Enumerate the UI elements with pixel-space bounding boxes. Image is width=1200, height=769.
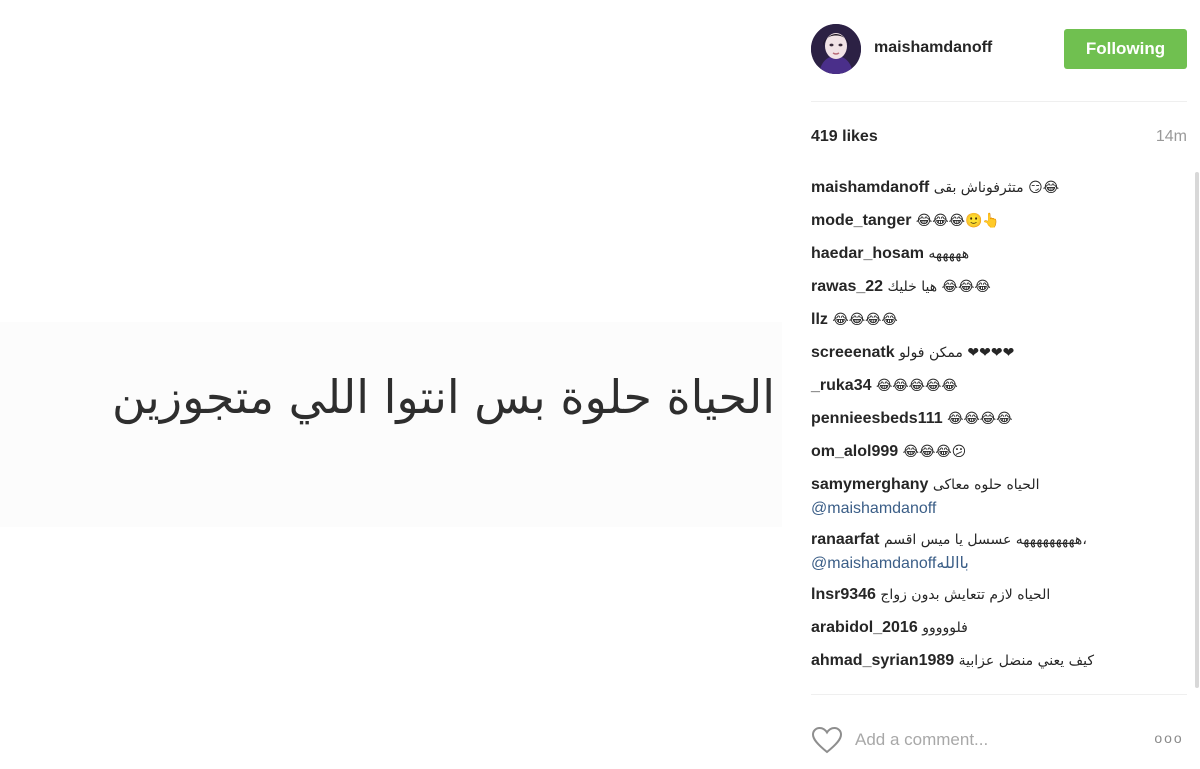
comment-username[interactable]: pennieesbeds111 [811, 410, 943, 427]
comment-username[interactable]: _ruka34 [811, 377, 872, 394]
comment-username[interactable]: arabidol_2016 [811, 619, 918, 636]
divider [811, 101, 1187, 102]
comment-text: الحياه لازم تتعايش بدون زواج [880, 587, 1051, 603]
comment-text: هيا خليك 😂😂😂 [887, 279, 991, 295]
comment-item: llz 😂😂😂😂 [811, 308, 1171, 332]
comment-username[interactable]: ranaarfat [811, 531, 879, 548]
comment-username[interactable]: lnsr9346 [811, 586, 876, 603]
comment-username[interactable]: ahmad_syrian1989 [811, 652, 954, 669]
divider [811, 694, 1187, 695]
comment-item: arabidol_2016 فلووووو [811, 616, 1171, 640]
comment-username[interactable]: rawas_22 [811, 278, 883, 295]
comments-list: maishamdanoff متثرفوناش بقى 😏😂 mode_tang… [811, 176, 1171, 681]
comment-item: rawas_22 هيا خليك 😂😂😂 [811, 275, 1171, 299]
post-sidebar: maishamdanoff Following 419 likes 14m ma… [790, 0, 1200, 769]
comment-text: 😂😂😂😂😂 [875, 378, 958, 394]
avatar[interactable] [811, 24, 861, 74]
comment-text: متثرفوناش بقى 😏😂 [933, 180, 1060, 196]
post-header: maishamdanoff Following [811, 24, 1187, 76]
comment-item: pennieesbeds111 😂😂😂😂 [811, 407, 1171, 431]
comment-mention-link[interactable]: @maishamdanoff [811, 497, 1171, 520]
heart-icon[interactable] [811, 726, 843, 754]
post-stats: 419 likes 14m [811, 128, 1187, 150]
comment-item: samymerghany الحياه حلوه معاكى @maishamd… [811, 473, 1171, 520]
comment-text: 😂😂😂😕 [902, 444, 967, 460]
more-options-icon[interactable]: ooo [1151, 730, 1187, 750]
post-username[interactable]: maishamdanoff [874, 39, 992, 57]
comment-item: _ruka34 😂😂😂😂😂 [811, 374, 1171, 398]
comment-item: screeenatk ممكن فولو ❤❤❤❤ [811, 341, 1171, 365]
comment-item: maishamdanoff متثرفوناش بقى 😏😂 [811, 176, 1171, 200]
photo-caption-text: الحياة حلوة بس انتوا اللي متجوزين [112, 370, 775, 424]
comment-username[interactable]: screeenatk [811, 344, 895, 361]
comment-username[interactable]: haedar_hosam [811, 245, 924, 262]
comment-username[interactable]: maishamdanoff [811, 179, 929, 196]
comment-text: 😂😂😂😂 [832, 312, 898, 328]
comment-footer: ooo [811, 722, 1187, 758]
comment-item: haedar_hosam هههههه [811, 242, 1171, 266]
comment-text: 😂😂😂🙂👆 [915, 213, 1000, 229]
comment-item: ahmad_syrian1989 كيف يعني منضل عزابية [811, 649, 1171, 673]
following-button[interactable]: Following [1064, 29, 1187, 69]
comment-username[interactable]: om_alol999 [811, 443, 898, 460]
comment-text: هههههه [928, 246, 970, 262]
comment-text: الحياه حلوه معاكى [932, 477, 1040, 493]
comment-item: lnsr9346 الحياه لازم تتعايش بدون زواج [811, 583, 1171, 607]
comment-username[interactable]: samymerghany [811, 476, 928, 493]
comments-scrollbar[interactable] [1195, 172, 1199, 688]
add-comment-input[interactable] [855, 725, 1115, 755]
comment-mention-link[interactable]: @maishamdanoffباالله [811, 552, 1171, 575]
comment-username[interactable]: mode_tanger [811, 212, 911, 229]
comment-item: mode_tanger 😂😂😂🙂👆 [811, 209, 1171, 233]
comment-text: ممكن فولو ❤❤❤❤ [899, 345, 1015, 361]
comment-text: فلووووو [922, 620, 968, 636]
post-photo: الحياة حلوة بس انتوا اللي متجوزين [0, 0, 790, 769]
comment-item: ranaarfat هههههههههه عسسل يا ميس اقسم، @… [811, 528, 1171, 575]
comment-username[interactable]: llz [811, 311, 828, 328]
post-timestamp[interactable]: 14m [1156, 128, 1187, 146]
comment-text: هههههههههه عسسل يا ميس اقسم، [883, 532, 1087, 548]
likes-count[interactable]: 419 likes [811, 128, 878, 146]
comment-text: 😂😂😂😂 [947, 411, 1013, 427]
comment-item: om_alol999 😂😂😂😕 [811, 440, 1171, 464]
comment-text: كيف يعني منضل عزابية [958, 653, 1094, 669]
